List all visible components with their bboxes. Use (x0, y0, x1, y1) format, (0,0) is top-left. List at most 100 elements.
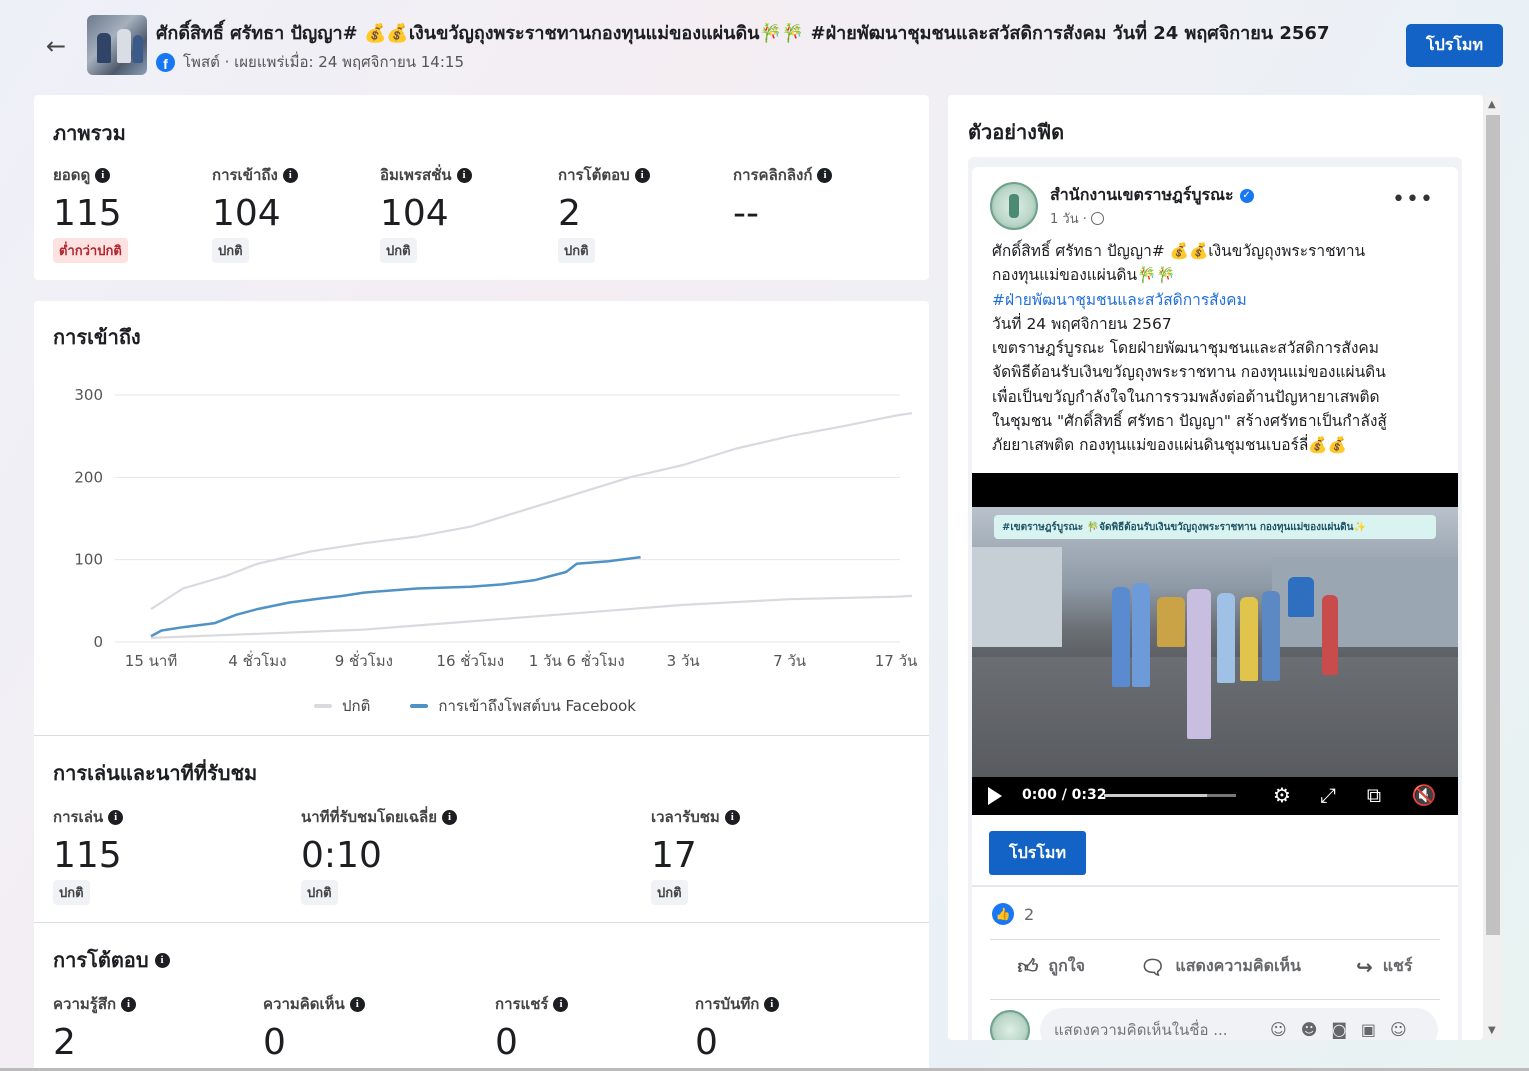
picture-in-picture-icon[interactable]: ⧉ (1362, 783, 1386, 807)
metric-value: 0:10 (301, 835, 382, 876)
promote-post-button[interactable]: โปรโมท (989, 831, 1086, 875)
feed-preview-card: ตัวอย่างฟีด สำนักงานเขตราษฎร์บูรณะ ✓ 1 ว… (948, 95, 1483, 1040)
scroll-up-icon[interactable]: ▲ (1488, 99, 1496, 110)
y-tick-label: 200 (74, 468, 103, 486)
top-bar: ← ศักดิ์สิทธิ์ ศรัทธา ปัญญา# 💰💰เงินขวัญถ… (0, 0, 1529, 92)
page-name[interactable]: สำนักงานเขตราษฎร์บูรณะ ✓ (1050, 183, 1254, 208)
info-icon[interactable]: i (724, 809, 740, 825)
emoji-icon[interactable]: ☻ (1301, 1020, 1318, 1039)
status-badge: ปกติ (558, 238, 595, 263)
metric-views: ยอดดู i 115 ต่ำกว่าปกติ (53, 163, 128, 263)
info-icon[interactable]: i (154, 952, 170, 968)
info-icon[interactable]: i (817, 167, 833, 183)
post-title: ศักดิ์สิทธิ์ ศรัทธา ปัญญา# 💰💰เงินขวัญถุง… (156, 23, 1330, 44)
post-actions: 👍︎ ถูกใจ 🗨 แสดงความคิดเห็น ↪ แชร์ (990, 939, 1440, 993)
post-text: ศักดิ์สิทธิ์ ศรัทธา ปัญญา# 💰💰เงินขวัญถุง… (992, 239, 1442, 458)
mute-icon[interactable]: 🔇 (1412, 783, 1437, 807)
gif-icon[interactable]: ▣ (1361, 1020, 1376, 1039)
divider (34, 922, 929, 923)
status-badge: ปกติ (651, 880, 688, 905)
like-button[interactable]: 👍︎ ถูกใจ (1018, 954, 1085, 979)
engagement-title: การโต้ตอบ i (53, 944, 170, 976)
info-icon[interactable]: i (553, 996, 569, 1012)
video-progress-bar[interactable] (1104, 794, 1236, 797)
play-icon[interactable] (988, 787, 1002, 805)
info-icon[interactable]: i (108, 809, 124, 825)
reach-chart: 0 100 200 300 15 นาที 4 ชั่วโมง 9 ชั่วโมง 16 ชั… (74, 386, 918, 670)
metric-engagement: การโต้ตอบ i 2 ปกติ (558, 163, 650, 263)
metric-value: 0 (263, 1022, 286, 1063)
fullscreen-icon[interactable]: ⤢ (1316, 783, 1340, 807)
y-tick-label: 100 (74, 551, 103, 569)
comment-button[interactable]: 🗨 แสดงความคิดเห็น (1140, 954, 1301, 979)
info-icon[interactable]: i (95, 167, 111, 183)
info-icon[interactable]: i (349, 996, 365, 1012)
series-line-1[interactable] (150, 594, 913, 639)
promote-button[interactable]: โปรโมท (1406, 24, 1503, 67)
info-icon[interactable]: i (764, 996, 780, 1012)
sticker-icon[interactable]: ☺ (1270, 1020, 1287, 1039)
x-tick-label: 15 นาที (125, 652, 177, 670)
x-tick-label: 3 วัน (667, 652, 700, 670)
overview-title: ภาพรวม (53, 121, 126, 145)
metric-watch-time: เวลารับชม i 17 ปกติ (651, 805, 740, 905)
feed-post: สำนักงานเขตราษฎร์บูรณะ ✓ 1 วัน · ••• ศัก… (972, 167, 1458, 1040)
y-tick-label: 0 (93, 633, 103, 651)
info-icon[interactable]: i (121, 996, 137, 1012)
x-tick-label: 17 วัน (875, 652, 918, 670)
verified-badge-icon: ✓ (1239, 188, 1254, 203)
info-icon[interactable]: i (282, 167, 298, 183)
arrow-left-icon[interactable]: ← (40, 30, 72, 62)
metric-link-clicks: การคลิกลิงก์ i -- (733, 163, 833, 234)
legend-item-normal[interactable]: ปกติ (314, 694, 370, 718)
plays-title: การเล่นและนาทีที่รับชม (53, 761, 258, 785)
preview-title: ตัวอย่างฟีด (968, 120, 1065, 144)
status-badge: ปกติ (301, 880, 338, 905)
x-tick-label: 1 วัน 6 ชั่วโมง (529, 650, 625, 670)
metric-value: 115 (53, 193, 122, 234)
overview-card: ภาพรวม ยอดดู i 115 ต่ำกว่าปกติ การเข้าถึง… (34, 95, 929, 280)
avatar-sticker-icon[interactable]: ☺ (1390, 1020, 1407, 1039)
metric-value: 2 (53, 1022, 76, 1063)
metric-saves: การบันทึก i 0 (695, 992, 780, 1063)
comment-row: ☺ ☻ ◙ ▣ ☺ (990, 999, 1440, 1040)
post-meta: f โพสต์ · เผยแพร่เมื่อ: 24 พฤศจิกายน 14:… (156, 50, 464, 74)
info-icon[interactable]: i (456, 167, 472, 183)
x-tick-label: 9 ชั่วโมง (335, 650, 393, 670)
x-tick-label: 16 ชั่วโมง (436, 650, 504, 670)
scrollbar-thumb[interactable] (1486, 115, 1500, 935)
metric-reach: การเข้าถึง i 104 ปกติ (212, 163, 298, 263)
legend-item-facebook[interactable]: การเข้าถึงโพสต์บน Facebook (410, 694, 636, 718)
hashtag-link[interactable]: #ฝ่ายพัฒนาชุมชนและสวัสดิการสังคม (992, 288, 1442, 312)
comment-tools: ☺ ☻ ◙ ▣ ☺ (1270, 1020, 1407, 1039)
reaction-count[interactable]: 👍 2 (992, 903, 1034, 925)
x-tick-label: 7 วัน (773, 652, 806, 670)
status-badge: ต่ำกว่าปกติ (53, 238, 128, 263)
share-icon: ↪ (1355, 954, 1373, 979)
legend-swatch (410, 704, 429, 708)
metric-value: 2 (558, 193, 581, 234)
more-options-icon[interactable]: ••• (1392, 187, 1434, 212)
info-icon[interactable]: i (442, 809, 458, 825)
page-avatar[interactable] (990, 182, 1038, 230)
info-icon[interactable]: i (634, 167, 650, 183)
metric-value: 104 (380, 193, 449, 234)
gear-icon[interactable]: ⚙ (1270, 783, 1294, 807)
share-button[interactable]: ↪ แชร์ (1356, 954, 1413, 979)
metric-avg-minutes: นาทีที่รับชมโดยเฉลี่ย i 0:10 ปกติ (301, 805, 458, 905)
chart-legend: ปกติ การเข้าถึงโพสต์บน Facebook (314, 694, 636, 718)
metric-value: -- (733, 193, 759, 234)
post-thumbnail (87, 15, 147, 75)
metric-plays: การเล่น i 115 ปกติ (53, 805, 124, 905)
metric-value: 17 (651, 835, 697, 876)
camera-icon[interactable]: ◙ (1331, 1020, 1347, 1039)
series-line-2[interactable] (150, 555, 641, 638)
video-player[interactable]: #เขตราษฎร์บูรณะ 🎋จัดพิธีต้อนรับเงินขวัญถ… (972, 473, 1458, 815)
metric-value: 0 (695, 1022, 718, 1063)
scrollbar[interactable]: ▲ ▼ (1484, 95, 1502, 1040)
scroll-down-icon[interactable]: ▼ (1488, 1025, 1496, 1036)
like-reaction-icon: 👍 (992, 903, 1014, 925)
divider (972, 885, 1458, 887)
thumbs-up-icon: 👍︎ (1017, 954, 1039, 978)
x-tick-label: 4 ชั่วโมง (228, 650, 286, 670)
